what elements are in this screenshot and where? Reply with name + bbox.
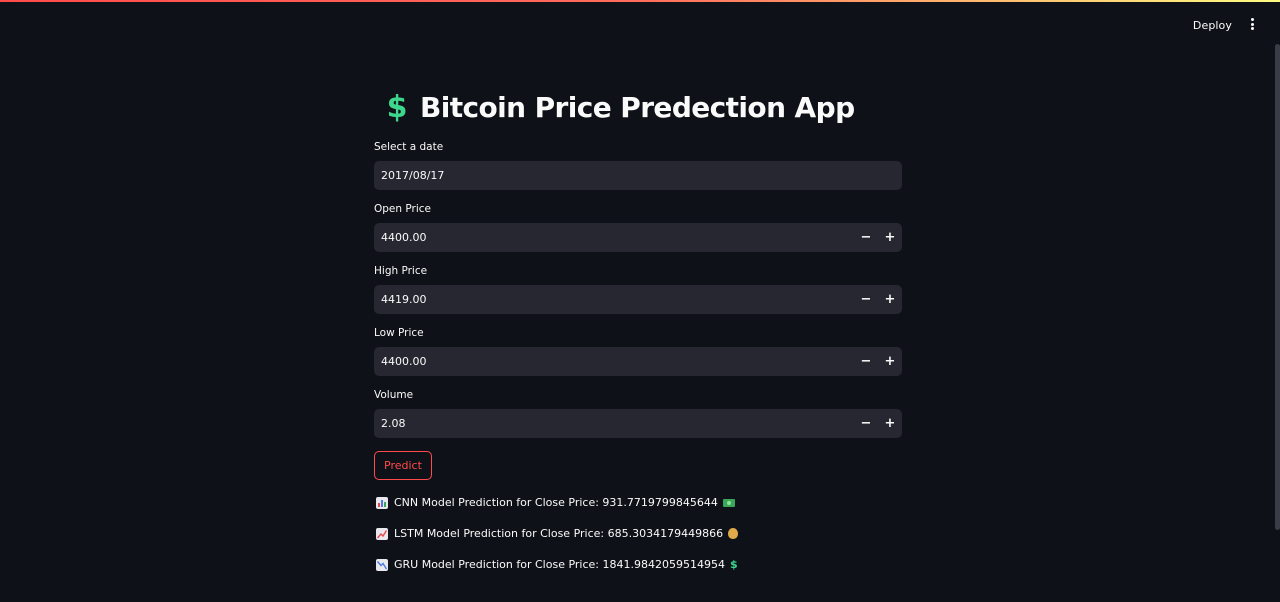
high-price-decrement-button[interactable]: − (854, 285, 878, 314)
date-input[interactable] (374, 168, 823, 183)
low-price-label: Low Price (374, 327, 424, 339)
open-price-label: Open Price (374, 203, 431, 215)
open-price-increment-button[interactable]: + (878, 223, 902, 252)
predict-button[interactable]: Predict (374, 451, 432, 480)
date-field: Select a date (374, 141, 902, 190)
volume-increment-button[interactable]: + (878, 409, 902, 438)
high-price-increment-button[interactable]: + (878, 285, 902, 314)
high-price-input-box[interactable]: − + (374, 285, 902, 314)
gru-result-text: GRU Model Prediction for Close Price: 18… (394, 558, 725, 571)
date-label: Select a date (374, 141, 444, 153)
dollar-sign-icon: $ (386, 89, 408, 125)
page-scrollbar[interactable] (1275, 44, 1280, 530)
deploy-button[interactable]: Deploy (1193, 19, 1232, 32)
cnn-result: CNN Model Prediction for Close Price: 93… (376, 494, 902, 511)
bar-chart-icon (376, 496, 388, 509)
lstm-result-text: LSTM Model Prediction for Close Price: 6… (394, 527, 724, 540)
cnn-result-text: CNN Model Prediction for Close Price: 93… (394, 496, 718, 509)
gru-result: GRU Model Prediction for Close Price: 18… (376, 556, 902, 573)
volume-label: Volume (374, 389, 414, 401)
chart-increasing-icon (376, 527, 388, 540)
money-bag-icon (728, 528, 739, 539)
open-price-field: Open Price − + (374, 203, 902, 252)
open-price-decrement-button[interactable]: − (854, 223, 878, 252)
volume-field: Volume − + (374, 389, 902, 438)
more-vertical-icon[interactable] (1246, 18, 1258, 34)
chart-decreasing-icon (376, 558, 388, 571)
low-price-input[interactable] (374, 354, 823, 369)
low-price-stepper: − + (854, 347, 902, 376)
open-price-stepper: − + (854, 223, 902, 252)
app-header: Deploy (0, 2, 1280, 48)
date-input-box[interactable] (374, 161, 902, 190)
open-price-input-box[interactable]: − + (374, 223, 902, 252)
open-price-input[interactable] (374, 230, 823, 245)
lstm-result: LSTM Model Prediction for Close Price: 6… (376, 525, 902, 542)
money-bill-icon (722, 498, 735, 507)
dollar-sign-icon: $ (729, 558, 738, 571)
high-price-stepper: − + (854, 285, 902, 314)
main-content: $ Bitcoin Price Predection App Select a … (374, 84, 902, 573)
high-price-field: High Price − + (374, 265, 902, 314)
volume-decrement-button[interactable]: − (854, 409, 878, 438)
page-title-text: Bitcoin Price Predection App (420, 90, 855, 124)
volume-input[interactable] (374, 416, 823, 431)
page-title: $ Bitcoin Price Predection App (384, 84, 902, 130)
volume-stepper: − + (854, 409, 902, 438)
low-price-decrement-button[interactable]: − (854, 347, 878, 376)
low-price-field: Low Price − + (374, 327, 902, 376)
low-price-input-box[interactable]: − + (374, 347, 902, 376)
high-price-label: High Price (374, 265, 428, 277)
volume-input-box[interactable]: − + (374, 409, 902, 438)
high-price-input[interactable] (374, 292, 823, 307)
low-price-increment-button[interactable]: + (878, 347, 902, 376)
